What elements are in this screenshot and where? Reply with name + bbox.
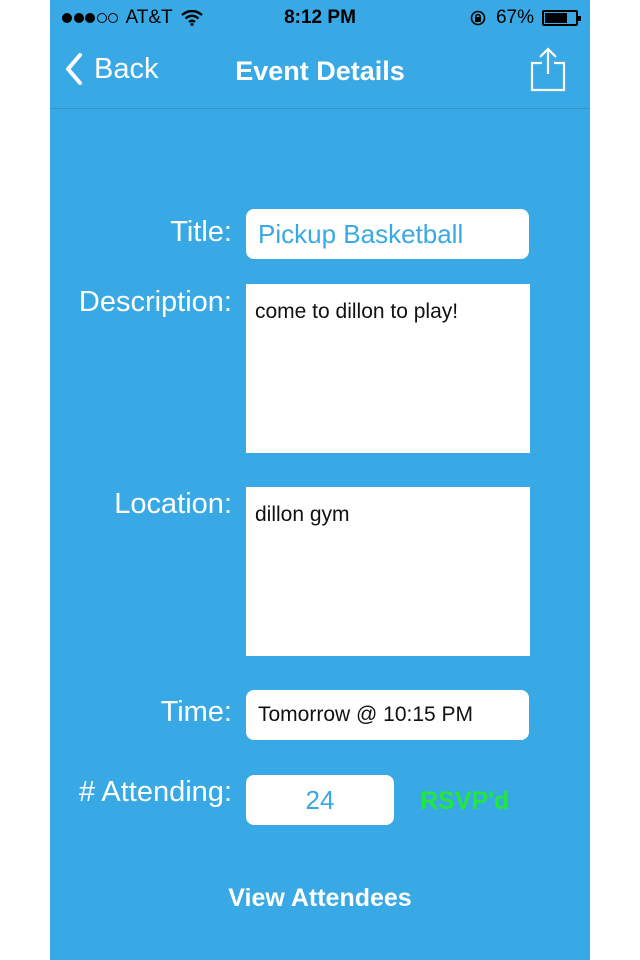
attending-count-field[interactable]: 24 xyxy=(246,775,394,825)
battery-percent: 67% xyxy=(495,7,534,28)
attending-label: # Attending: xyxy=(78,776,232,808)
status-right: 67% xyxy=(470,7,581,29)
location-field[interactable]: dillon gym xyxy=(246,487,530,656)
status-bar: AT&T 8:12 PM 67% xyxy=(50,0,590,36)
battery-icon xyxy=(542,10,581,26)
description-label: Description: xyxy=(78,286,232,318)
rotation-lock-icon xyxy=(470,10,486,26)
page-title: Event Details xyxy=(235,56,405,86)
phone-screen: AT&T 8:12 PM 67% Back Event Details Titl… xyxy=(50,0,590,960)
view-attendees-button[interactable]: View Attendees xyxy=(50,884,590,913)
description-field[interactable]: come to dillon to play! xyxy=(246,284,530,453)
share-icon[interactable] xyxy=(530,46,566,92)
title-field[interactable]: Pickup Basketball xyxy=(246,209,529,259)
battery-nub xyxy=(578,16,581,21)
time-label: Time: xyxy=(160,696,232,728)
rsvp-button[interactable]: RSVP'd xyxy=(420,787,509,816)
title-label: Title: xyxy=(170,216,232,248)
navigation-bar: Back Event Details xyxy=(50,36,590,109)
time-field[interactable]: Tomorrow @ 10:15 PM xyxy=(246,690,529,740)
location-label: Location: xyxy=(114,488,232,520)
battery-fill xyxy=(545,13,567,23)
